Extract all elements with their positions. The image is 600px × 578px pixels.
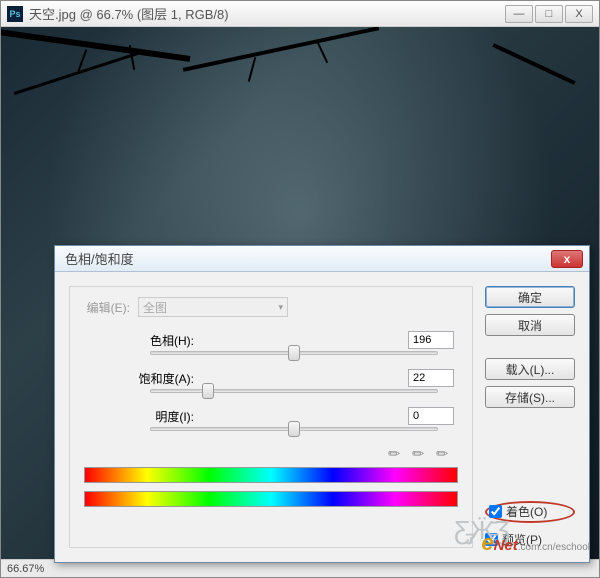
- image-content: [1, 28, 190, 62]
- lightness-slider[interactable]: [150, 427, 438, 431]
- dialog-side-panel: 确定 取消 载入(L)... 存储(S)... 着色(O) 预览(P): [485, 286, 575, 548]
- image-content: [316, 40, 328, 64]
- zoom-level: 66.67%: [7, 563, 44, 575]
- edit-dropdown-value: 全图: [143, 299, 167, 316]
- saturation-row: 饱和度(A):: [80, 369, 462, 387]
- image-content: [14, 52, 139, 95]
- dialog-close-button[interactable]: x: [551, 250, 583, 268]
- window-title: 天空.jpg @ 66.7% (图层 1, RGB/8): [29, 4, 505, 23]
- dialog-titlebar[interactable]: 色相/饱和度 x: [55, 246, 589, 272]
- dialog-title: 色相/饱和度: [65, 249, 551, 268]
- eyedropper-group: ✎ ✎ ✎: [80, 439, 462, 461]
- hue-slider-thumb[interactable]: [288, 345, 300, 361]
- image-content: [183, 27, 379, 72]
- lightness-label: 明度(I):: [80, 408, 200, 425]
- hue-spectrum-top: [84, 467, 458, 483]
- hue-slider[interactable]: [150, 351, 438, 355]
- load-button[interactable]: 载入(L)...: [485, 358, 575, 380]
- maximize-button[interactable]: □: [535, 5, 563, 23]
- eyedropper-icon[interactable]: ✎: [384, 439, 409, 464]
- saturation-slider-thumb[interactable]: [202, 383, 214, 399]
- eyedropper-subtract-icon[interactable]: ✎: [432, 439, 457, 464]
- lightness-input[interactable]: [408, 407, 454, 425]
- minimize-button[interactable]: —: [505, 5, 533, 23]
- lightness-slider-thumb[interactable]: [288, 421, 300, 437]
- hue-row: 色相(H):: [80, 331, 462, 349]
- ps-icon: Ps: [7, 6, 23, 22]
- image-content: [492, 43, 575, 85]
- eyedropper-add-icon[interactable]: ✎: [408, 439, 433, 464]
- hue-input[interactable]: [408, 331, 454, 349]
- ok-button[interactable]: 确定: [485, 286, 575, 308]
- save-button[interactable]: 存储(S)...: [485, 386, 575, 408]
- edit-row: 编辑(E): 全图 ▾: [80, 297, 462, 317]
- watermark: eNet.com.cn/eschool: [481, 530, 590, 556]
- hue-spectrum-bottom: [84, 491, 458, 507]
- saturation-input[interactable]: [408, 369, 454, 387]
- cancel-button[interactable]: 取消: [485, 314, 575, 336]
- colorize-label: 着色(O): [506, 503, 547, 520]
- saturation-slider[interactable]: [150, 389, 438, 393]
- hue-label: 色相(H):: [80, 332, 200, 349]
- watermark-net: Net: [494, 537, 518, 554]
- window-controls: — □ X: [505, 5, 593, 23]
- chevron-down-icon: ▾: [278, 302, 283, 313]
- watermark-e: e: [481, 530, 493, 555]
- saturation-label: 饱和度(A):: [80, 370, 200, 387]
- close-button[interactable]: X: [565, 5, 593, 23]
- lightness-row: 明度(I):: [80, 407, 462, 425]
- watermark-rest: .com.cn/eschool: [518, 542, 590, 553]
- dialog-main-panel: 编辑(E): 全图 ▾ 色相(H): 饱和度(A):: [69, 286, 473, 548]
- titlebar[interactable]: Ps 天空.jpg @ 66.7% (图层 1, RGB/8) — □ X: [1, 1, 599, 27]
- edit-dropdown[interactable]: 全图 ▾: [138, 297, 288, 317]
- edit-label: 编辑(E):: [80, 299, 130, 316]
- image-content: [248, 57, 256, 82]
